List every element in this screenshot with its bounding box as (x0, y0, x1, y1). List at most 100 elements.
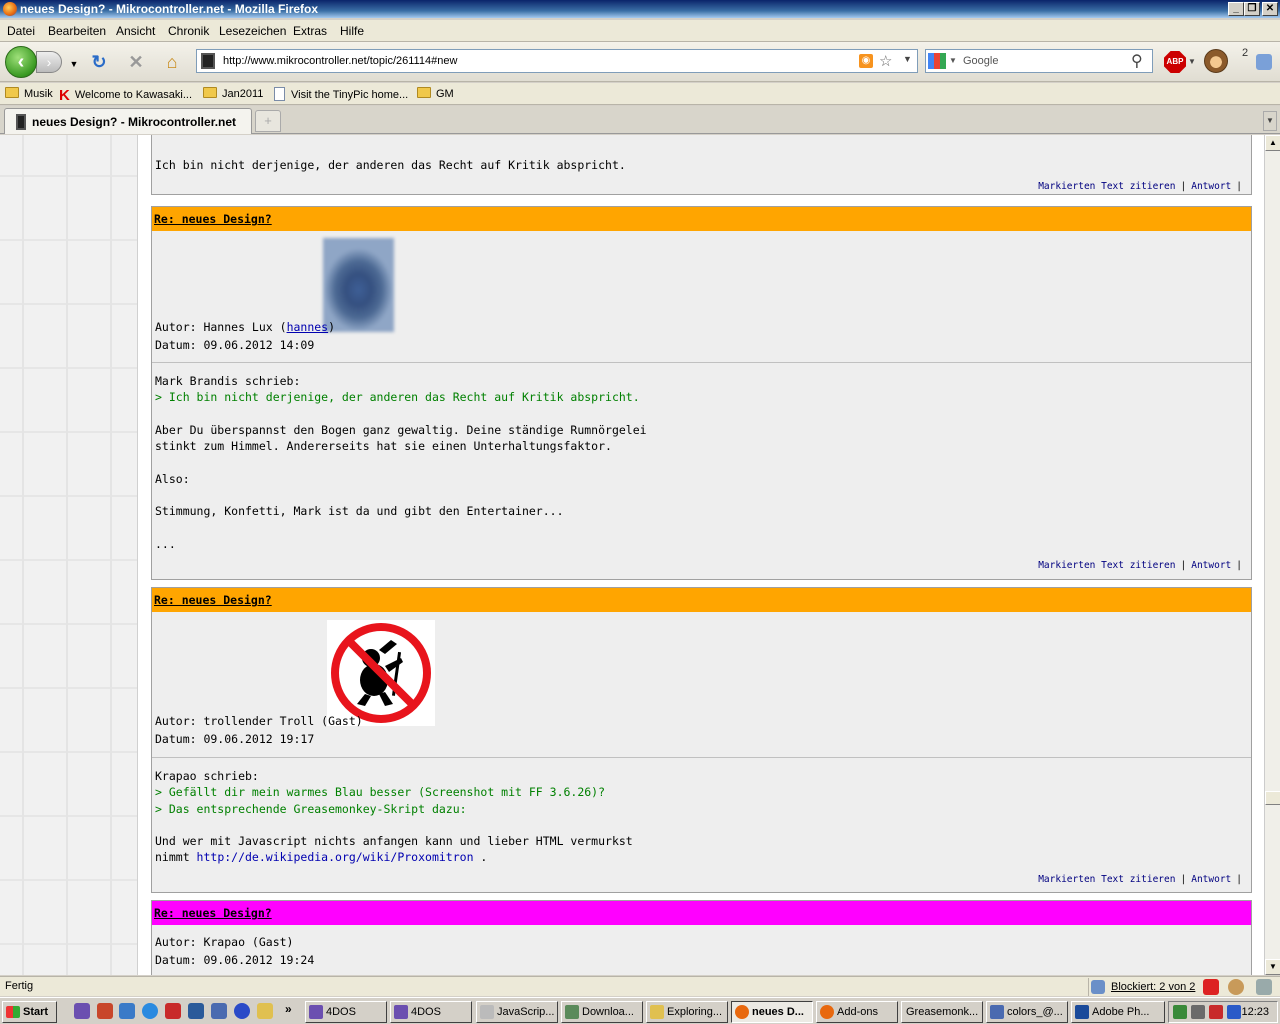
quicklaunch-icon[interactable] (74, 1003, 90, 1019)
tray-icon[interactable] (1209, 1005, 1223, 1019)
post-date: Datum: 09.06.2012 14:09 (155, 338, 315, 352)
tray-icon[interactable] (1173, 1005, 1187, 1019)
menu-datei[interactable]: Datei (7, 24, 35, 38)
back-button[interactable]: ‹ (5, 46, 37, 78)
quicklaunch-icon[interactable] (97, 1003, 113, 1019)
scroll-down-icon[interactable]: ▼ (1265, 959, 1280, 975)
folder-icon (417, 87, 431, 98)
firefox-icon (3, 2, 17, 16)
menu-extras[interactable]: Extras (293, 24, 327, 38)
quicklaunch-overflow[interactable]: » (285, 1002, 292, 1016)
menu-chronik[interactable]: Chronik (168, 24, 209, 38)
menu-hilfe[interactable]: Hilfe (340, 24, 364, 38)
window-titlebar[interactable]: neues Design? - Mikrocontroller.net - Mo… (0, 0, 1280, 18)
task-exploring[interactable]: Exploring... (646, 1001, 728, 1023)
quicklaunch-icon[interactable] (234, 1003, 250, 1019)
post-header-new: Re: neues Design? (152, 901, 1251, 925)
reply-link[interactable]: Antwort (1191, 181, 1231, 192)
tray-icon[interactable] (1227, 1005, 1241, 1019)
post-subject-link[interactable]: Re: neues Design? (154, 212, 272, 226)
task-addons[interactable]: Add-ons (816, 1001, 898, 1023)
post-date: Datum: 09.06.2012 19:24 (155, 953, 315, 967)
windows-flag-icon (6, 1006, 20, 1018)
resize-grip-icon[interactable] (1256, 979, 1272, 995)
quicklaunch-icon[interactable] (211, 1003, 227, 1019)
post-text: Ich bin nicht derjenige, der anderen das… (155, 158, 626, 172)
scroll-up-icon[interactable]: ▲ (1265, 135, 1280, 151)
proxomitron-link[interactable]: http://de.wikipedia.org/wiki/Proxomitron (197, 850, 474, 864)
reply-link[interactable]: Antwort (1191, 560, 1231, 571)
task-downloads[interactable]: Downloa... (561, 1001, 643, 1023)
system-tray: 12:23 (1168, 1001, 1278, 1023)
task-icon (735, 1005, 749, 1019)
menu-lesezeichen[interactable]: Lesezeichen (219, 24, 286, 38)
home-icon[interactable]: ⌂ (162, 52, 182, 72)
rss-icon[interactable]: ◉ (859, 54, 873, 68)
search-icon[interactable]: ⚲ (1131, 51, 1143, 71)
post-actions: Markierten Text zitieren | Antwort | (1038, 560, 1242, 571)
stop-icon[interactable]: ✕ (126, 52, 146, 72)
bookmark-jan2011[interactable]: Jan2011 (203, 87, 263, 100)
scroll-thumb[interactable] (1265, 791, 1280, 805)
quote-selected-link[interactable]: Markierten Text zitieren (1038, 181, 1175, 192)
search-placeholder: Google (963, 55, 999, 67)
popup-blocked-indicator[interactable]: Blockiert: 2 von 2 (1088, 978, 1198, 996)
search-bar[interactable]: ▼ Google ⚲ (925, 49, 1153, 73)
reply-link[interactable]: Antwort (1191, 874, 1231, 885)
task-greasemonkey[interactable]: Greasemonk... (901, 1001, 983, 1023)
bookmark-gm[interactable]: GM (417, 87, 454, 100)
ie-icon[interactable] (142, 1003, 158, 1019)
adblock-dropdown-icon[interactable]: ▼ (1188, 57, 1196, 66)
task-4dos-1[interactable]: 4DOS (305, 1001, 387, 1023)
history-dropdown-icon[interactable]: ▼ (64, 54, 84, 74)
notification-icon[interactable] (1256, 54, 1272, 70)
notification-count[interactable]: 2 (1242, 47, 1248, 59)
adblock-icon[interactable]: ABP (1164, 51, 1186, 73)
post-divider (152, 362, 1251, 363)
tab-neues-design[interactable]: neues Design? - Mikrocontroller.net (4, 108, 252, 134)
task-neues-design[interactable]: neues D... (731, 1001, 813, 1023)
post-header: Re: neues Design? (152, 588, 1251, 612)
task-icon (565, 1005, 579, 1019)
google-engine-icon[interactable] (928, 53, 946, 69)
page-viewport[interactable]: Ich bin nicht derjenige, der anderen das… (0, 135, 1264, 975)
close-button[interactable]: ✕ (1262, 2, 1278, 16)
task-javascript[interactable]: JavaScrip... (476, 1001, 558, 1023)
task-4dos-2[interactable]: 4DOS (390, 1001, 472, 1023)
bookmark-musik[interactable]: Musik (5, 87, 53, 100)
url-bar[interactable]: http://www.mikrocontroller.net/topic/261… (196, 49, 918, 73)
author-profile-link[interactable]: hannes (287, 320, 329, 334)
tray-icon[interactable] (1191, 1005, 1205, 1019)
tab-bar: neues Design? - Mikrocontroller.net + ▼ (0, 106, 1280, 134)
forward-button[interactable]: › (36, 51, 62, 73)
engine-dropdown-icon[interactable]: ▼ (949, 56, 957, 65)
status-bar: Fertig Blockiert: 2 von 2 (0, 976, 1280, 996)
greasemonkey-status-icon[interactable] (1228, 979, 1244, 995)
restore-button[interactable]: ❐ (1244, 2, 1260, 16)
bookmark-kawasaki[interactable]: K Welcome to Kawasaki... (59, 87, 192, 104)
quicklaunch-icon[interactable] (165, 1003, 181, 1019)
start-button[interactable]: Start (2, 1001, 57, 1023)
reload-icon[interactable]: ↻ (89, 52, 109, 72)
url-dropdown-icon[interactable]: ▼ (903, 54, 912, 64)
quicklaunch-icon[interactable] (188, 1003, 204, 1019)
menu-bearbeiten[interactable]: Bearbeiten (48, 24, 106, 38)
greasemonkey-icon[interactable] (1204, 49, 1228, 73)
quicklaunch-icon[interactable] (119, 1003, 135, 1019)
task-colors[interactable]: colors_@... (986, 1001, 1068, 1023)
tab-list-icon[interactable]: ▼ (1263, 111, 1277, 131)
quote-selected-link[interactable]: Markierten Text zitieren (1038, 874, 1175, 885)
bookmark-tinypic[interactable]: Visit the TinyPic home... (274, 87, 408, 101)
post-subject-link[interactable]: Re: neues Design? (154, 593, 272, 607)
new-tab-button[interactable]: + (255, 110, 281, 132)
minimize-button[interactable]: _ (1228, 2, 1244, 16)
post-subject-link[interactable]: Re: neues Design? (154, 906, 272, 920)
quicklaunch-icon[interactable] (257, 1003, 273, 1019)
vertical-scrollbar[interactable]: ▲ ▼ (1264, 135, 1280, 975)
addon-status-icon[interactable] (1203, 979, 1219, 995)
task-adobe-photoshop[interactable]: Adobe Ph... (1071, 1001, 1165, 1023)
quote-selected-link[interactable]: Markierten Text zitieren (1038, 560, 1175, 571)
folder-icon (5, 87, 19, 98)
bookmark-star-icon[interactable]: ☆ (879, 52, 892, 70)
menu-ansicht[interactable]: Ansicht (116, 24, 155, 38)
